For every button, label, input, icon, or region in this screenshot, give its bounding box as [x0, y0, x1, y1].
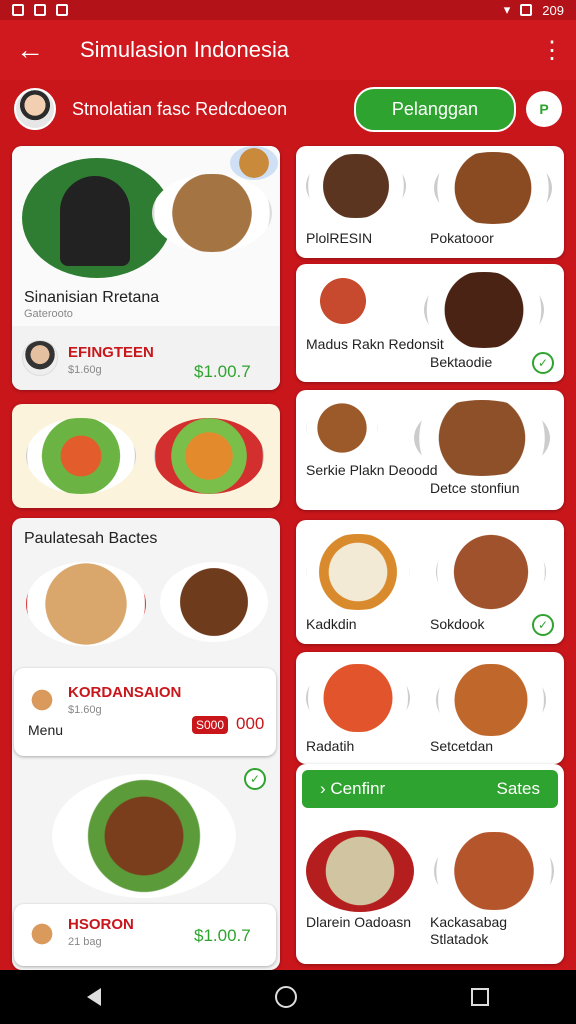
profile-circle-button[interactable]: P [526, 91, 562, 127]
r1-label-a: PlolRESIN [306, 230, 373, 246]
section-title: Paulatesah Bactes [24, 530, 158, 547]
pelanggan-button[interactable]: Pelanggan [353, 86, 516, 132]
center-sates-button[interactable]: › Cenfinr Sates [302, 770, 558, 808]
status-time: 209 [542, 2, 564, 18]
section-extra: Menu [28, 722, 64, 738]
r1-dish-b [434, 152, 552, 224]
header-bar: Stnolatian fasc Redcdoeon Pelanggan P [0, 80, 576, 138]
r5-label-a: Radatih [306, 738, 355, 754]
right-card-2[interactable]: Madus Rakn Redonsit Bektaodie ✓ [296, 264, 564, 382]
content-area: Sinanisian Rretana Gaterooto EFINGTEEN $… [0, 140, 576, 970]
right-card-6[interactable]: › Cenfinr Sates Dlarein Oadoasn Kackasab… [296, 764, 564, 964]
r5-dish-a [306, 664, 410, 732]
status-left-icons [12, 4, 68, 16]
salad-bowl-2 [154, 418, 264, 494]
person-figure [60, 176, 130, 266]
r4-label-b: Sokdook [430, 616, 485, 632]
mail-icon [56, 4, 68, 16]
bottom-item[interactable]: HSORON 21 bag $1.00.7 [14, 904, 276, 966]
hero-price: $1.00.7 [194, 362, 251, 381]
app-title: Simulasion Indonesia [80, 37, 290, 62]
battery-icon [520, 4, 533, 16]
system-nav-bar [0, 970, 576, 1024]
right-card-3[interactable]: Serkie Plakn Deoodd Detce stonfiun [296, 390, 564, 510]
section-meta: $1.60g [68, 704, 102, 716]
hero-meta: $1.60g [68, 364, 102, 376]
salad-card[interactable] [12, 404, 280, 508]
r3-label-a: Serkie Plakn Deoodd [306, 462, 438, 478]
user-avatar[interactable] [14, 88, 56, 130]
r3-dish-a [306, 402, 378, 454]
r1-label-b: Pokatooor [430, 230, 494, 246]
wifi-icon: ▾ [503, 2, 511, 17]
nav-recents-icon[interactable] [471, 988, 489, 1006]
item-plate [24, 682, 60, 718]
section-badge: S000 [192, 716, 229, 734]
r2-label-a: Madus Rakn Redonsit [306, 336, 444, 352]
hero-sub: Gaterooto [24, 308, 73, 320]
hero-title: Sinanisian Rretana [24, 289, 160, 306]
r6-label-b: Kackasabag Stlatadok [430, 914, 508, 947]
section-price: 000 [236, 714, 265, 733]
platter [52, 774, 236, 898]
hero-card[interactable]: Sinanisian Rretana Gaterooto EFINGTEEN $… [12, 146, 280, 390]
nav-home-icon[interactable] [275, 986, 297, 1008]
notification-icon [12, 4, 24, 16]
rice-bowl [26, 562, 146, 646]
r2-add-icon[interactable]: ✓ [532, 352, 554, 374]
bottom-price: $1.00.7 [194, 926, 251, 945]
r4-dish-b [436, 534, 546, 610]
r5-label-b: Setcetdan [430, 738, 494, 754]
right-card-4[interactable]: Kadkdin Sokdook ✓ [296, 520, 564, 644]
header-title: Stnolatian fasc Redcdoeon [72, 98, 288, 119]
r5-dish-b [436, 664, 546, 736]
r6-label-a: Dlarein Oadoasn [306, 914, 412, 930]
section-name: KORDANSAION [68, 684, 182, 701]
r6-dish-b [434, 832, 554, 910]
center-label: › Cenfinr [320, 779, 386, 798]
r2-label-b: Bektaodie [430, 354, 493, 370]
right-card-1[interactable]: PlolRESIN Pokatooor [296, 146, 564, 258]
more-vert-icon[interactable]: ⋮ [540, 36, 564, 65]
hero-footer: EFINGTEEN $1.60g $1.00.7 [12, 326, 280, 390]
chef-avatar [22, 340, 58, 376]
soup-bowl [152, 174, 272, 252]
bottom-meta: 21 bag [68, 936, 102, 948]
r3-label-b: Detce stonfiun [430, 480, 520, 496]
nav-back-icon[interactable] [87, 988, 101, 1006]
image-icon [34, 4, 46, 16]
meat-bowl [160, 562, 268, 642]
bottom-name: HSORON [68, 916, 134, 933]
status-right-icons: ▾ 209 [504, 2, 564, 18]
back-arrow-icon[interactable]: ← [16, 34, 56, 66]
right-card-5[interactable]: Radatih Setcetdan [296, 652, 564, 764]
app-bar: ← Simulasion Indonesia ⋮ [0, 20, 576, 80]
small-bowl [230, 146, 278, 180]
salad-bowl-1 [26, 418, 136, 494]
r6-dish-a [306, 830, 414, 912]
r4-dish-a [306, 534, 410, 610]
r4-add-icon[interactable]: ✓ [532, 614, 554, 636]
section-item[interactable]: KORDANSAION $1.60g Menu S000 000 [14, 668, 276, 756]
section-card[interactable]: Paulatesah Bactes KORDANSAION $1.60g Men… [12, 518, 280, 970]
add-icon[interactable]: ✓ [244, 768, 266, 790]
hero-image: Sinanisian Rretana Gaterooto [12, 146, 280, 326]
r4-label-a: Kadkdin [306, 616, 357, 632]
bottom-plate [24, 916, 60, 952]
hero-name: EFINGTEEN [68, 344, 154, 361]
r1-dish-a [306, 154, 406, 218]
status-bar: ▾ 209 [0, 0, 576, 20]
sates-label: Sates [496, 779, 540, 798]
r2-dish-a [310, 276, 376, 326]
